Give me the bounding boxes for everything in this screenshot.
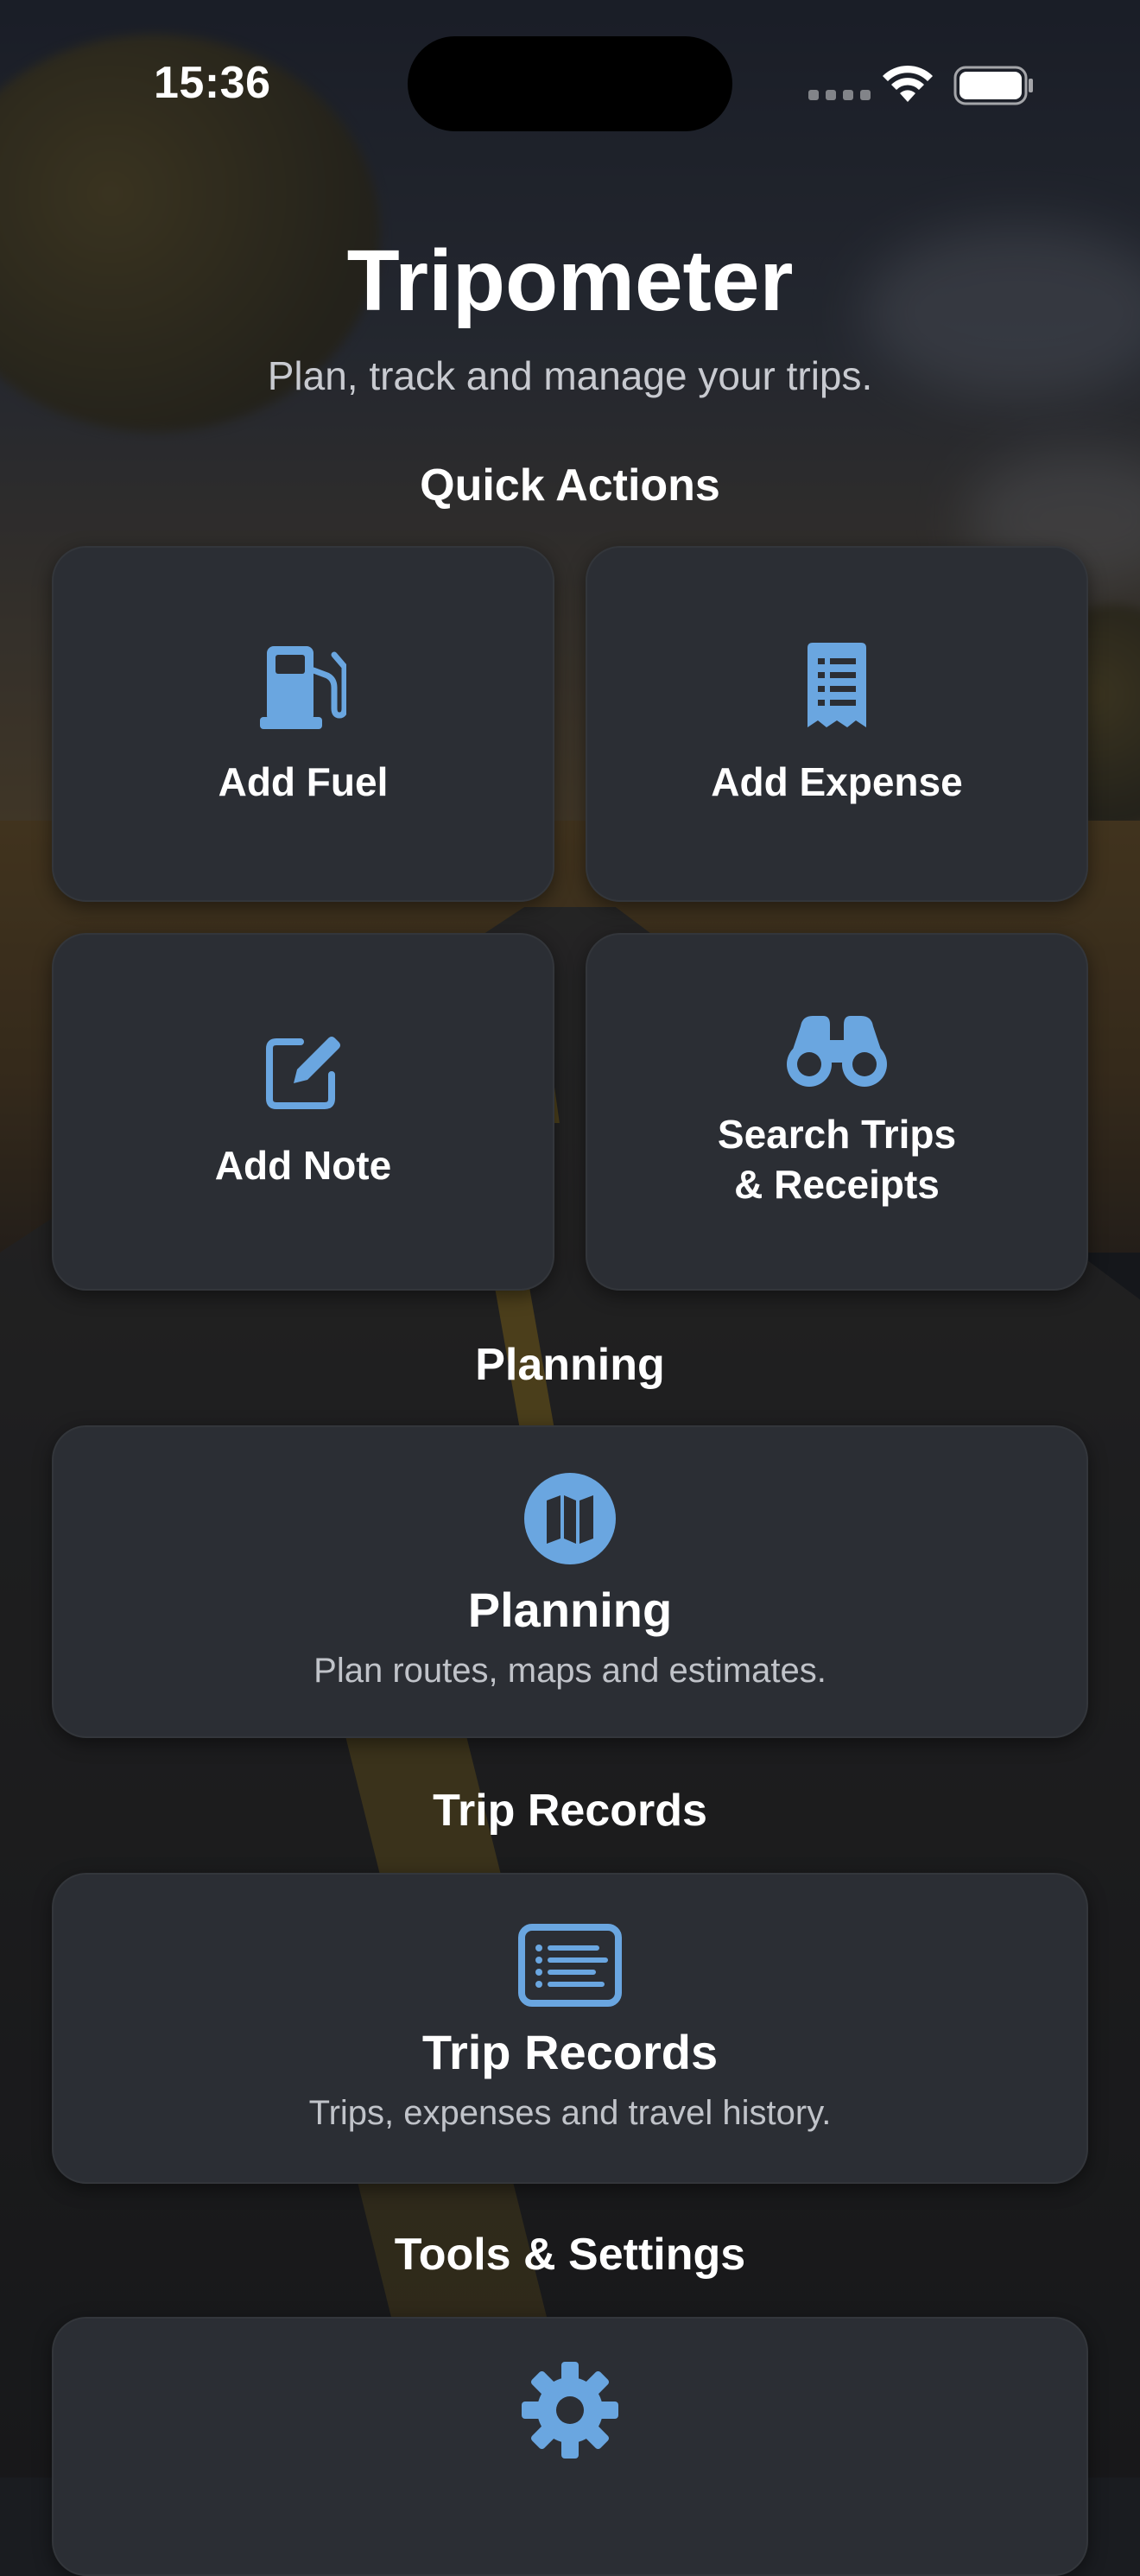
receipt-icon — [802, 641, 871, 731]
wifi-icon — [883, 65, 933, 102]
battery-icon — [953, 66, 1033, 105]
cellular-signal-icon — [808, 90, 871, 100]
binoculars-icon — [785, 1014, 889, 1087]
section-title-quick-actions: Quick Actions — [420, 460, 720, 511]
planning-card[interactable]: Planning Plan routes, maps and estimates… — [52, 1425, 1088, 1738]
gear-icon — [522, 2362, 618, 2459]
app-subtitle: Plan, track and manage your trips. — [267, 353, 873, 398]
add-fuel-label: Add Fuel — [218, 759, 389, 804]
map-icon — [524, 1473, 616, 1564]
fuel-pump-icon — [260, 641, 346, 731]
trip-records-description: Trips, expenses and travel history. — [308, 2094, 832, 2132]
section-title-planning: Planning — [475, 1340, 665, 1390]
planning-title: Planning — [467, 1583, 673, 1637]
add-note-button[interactable]: Add Note — [52, 933, 554, 1291]
trip-records-card[interactable]: Trip Records Trips, expenses and travel … — [52, 1873, 1088, 2184]
trip-records-title: Trip Records — [421, 2025, 719, 2079]
add-expense-label: Add Expense — [711, 759, 963, 804]
search-trips-receipts-button[interactable]: Search Trips & Receipts — [586, 933, 1088, 1291]
add-expense-button[interactable]: Add Expense — [586, 546, 1088, 902]
tools-settings-card[interactable] — [52, 2317, 1088, 2576]
dynamic-island — [408, 36, 732, 131]
edit-note-icon — [264, 1033, 342, 1111]
add-note-label: Add Note — [214, 1143, 392, 1188]
section-title-tools-settings: Tools & Settings — [394, 2230, 746, 2280]
app-title: Tripometer — [346, 232, 794, 329]
search-trips-label: Search Trips & Receipts — [717, 1112, 957, 1207]
status-time: 15:36 — [154, 58, 271, 108]
planning-description: Plan routes, maps and estimates. — [314, 1652, 826, 1690]
section-title-trip-records: Trip Records — [433, 1786, 707, 1836]
list-icon — [518, 1924, 622, 2007]
add-fuel-button[interactable]: Add Fuel — [52, 546, 554, 902]
